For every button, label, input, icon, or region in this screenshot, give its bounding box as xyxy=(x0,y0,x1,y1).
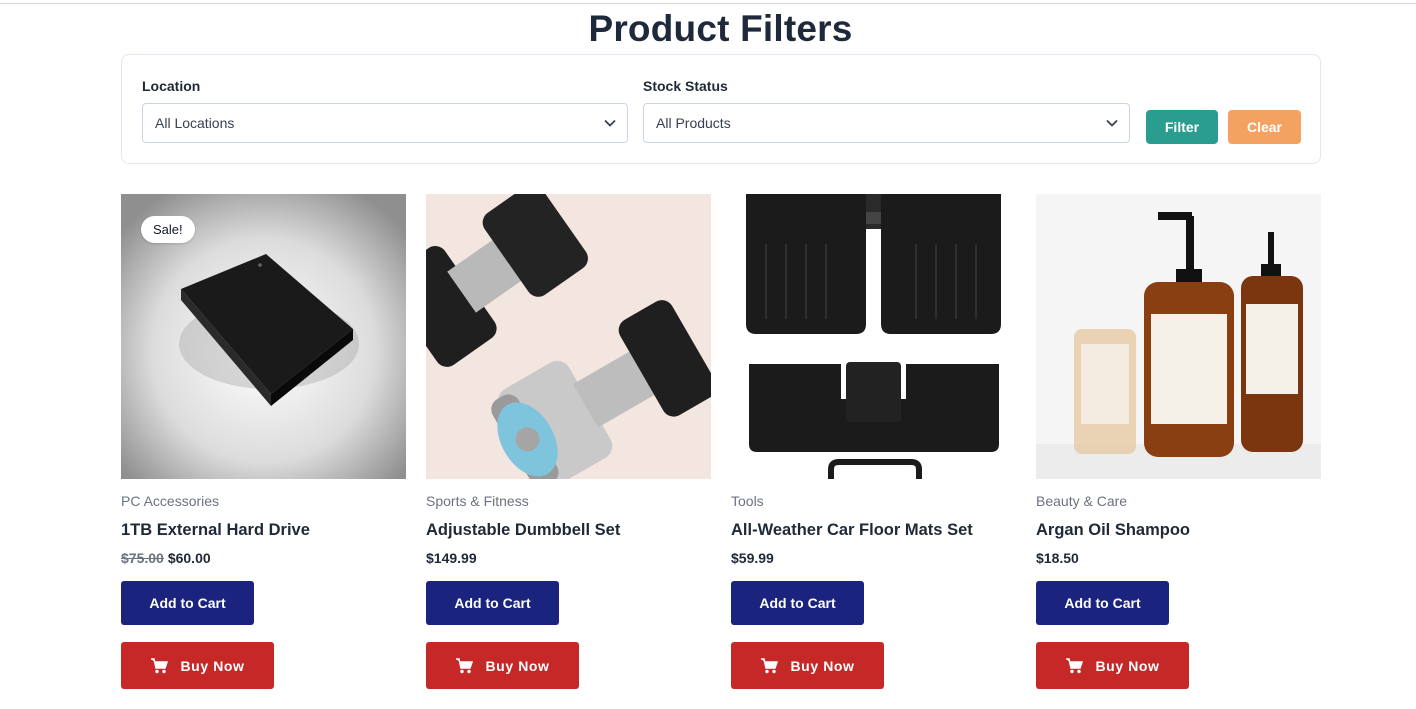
product-card: Tools All-Weather Car Floor Mats Set $59… xyxy=(731,194,1016,694)
product-category: Beauty & Care xyxy=(1036,493,1128,509)
stock-status-select[interactable]: All Products xyxy=(643,103,1130,143)
page-title: Product Filters xyxy=(588,8,853,49)
cart-icon xyxy=(456,657,474,673)
cart-icon xyxy=(761,657,779,673)
product-image[interactable] xyxy=(426,194,711,479)
buy-now-label: Buy Now xyxy=(180,657,245,674)
buy-now-button[interactable]: Buy Now xyxy=(1036,642,1189,689)
add-to-cart-button[interactable]: Add to Cart xyxy=(1036,581,1169,625)
buy-now-button[interactable]: Buy Now xyxy=(426,642,579,689)
product-card: Beauty & Care Argan Oil Shampoo $18.50 A… xyxy=(1036,194,1321,694)
cart-icon xyxy=(1066,657,1084,673)
product-image[interactable] xyxy=(1036,194,1321,479)
product-category: PC Accessories xyxy=(121,493,220,509)
stock-status-select-value: All Products xyxy=(656,115,731,131)
product-price: $59.99 xyxy=(731,550,774,566)
buy-now-label: Buy Now xyxy=(1095,657,1160,674)
top-divider xyxy=(0,3,1416,4)
product-card: Sale! PC Accessories 1TB External Hard D… xyxy=(121,194,406,694)
cart-icon xyxy=(151,657,169,673)
location-label: Location xyxy=(142,78,201,94)
filter-button[interactable]: Filter xyxy=(1146,110,1218,144)
add-to-cart-button[interactable]: Add to Cart xyxy=(426,581,559,625)
location-select-value: All Locations xyxy=(155,115,235,131)
buy-now-button[interactable]: Buy Now xyxy=(731,642,884,689)
chevron-down-icon xyxy=(604,119,616,127)
product-name[interactable]: Argan Oil Shampoo xyxy=(1036,521,1190,540)
sale-badge: Sale! xyxy=(141,216,195,243)
buy-now-label: Buy Now xyxy=(485,657,550,674)
product-name[interactable]: Adjustable Dumbbell Set xyxy=(426,521,620,540)
add-to-cart-button[interactable]: Add to Cart xyxy=(731,581,864,625)
stock-status-label: Stock Status xyxy=(643,78,728,94)
product-category: Tools xyxy=(731,493,764,509)
add-to-cart-button[interactable]: Add to Cart xyxy=(121,581,254,625)
product-category: Sports & Fitness xyxy=(426,493,529,509)
product-image[interactable] xyxy=(731,194,1016,479)
buy-now-button[interactable]: Buy Now xyxy=(121,642,274,689)
buy-now-label: Buy Now xyxy=(790,657,855,674)
product-price: $75.00 $60.00 xyxy=(121,550,211,566)
sale-price: $60.00 xyxy=(167,550,211,566)
product-price: $149.99 xyxy=(426,550,477,566)
chevron-down-icon xyxy=(1106,119,1118,127)
filter-panel: Location All Locations Stock Status All … xyxy=(121,54,1321,164)
original-price: $75.00 xyxy=(121,550,164,566)
product-name[interactable]: All-Weather Car Floor Mats Set xyxy=(731,521,973,540)
location-select[interactable]: All Locations xyxy=(142,103,628,143)
product-name[interactable]: 1TB External Hard Drive xyxy=(121,521,310,540)
product-card: Sports & Fitness Adjustable Dumbbell Set… xyxy=(426,194,711,694)
product-price: $18.50 xyxy=(1036,550,1079,566)
product-image[interactable]: Sale! xyxy=(121,194,406,479)
clear-button[interactable]: Clear xyxy=(1228,110,1301,144)
